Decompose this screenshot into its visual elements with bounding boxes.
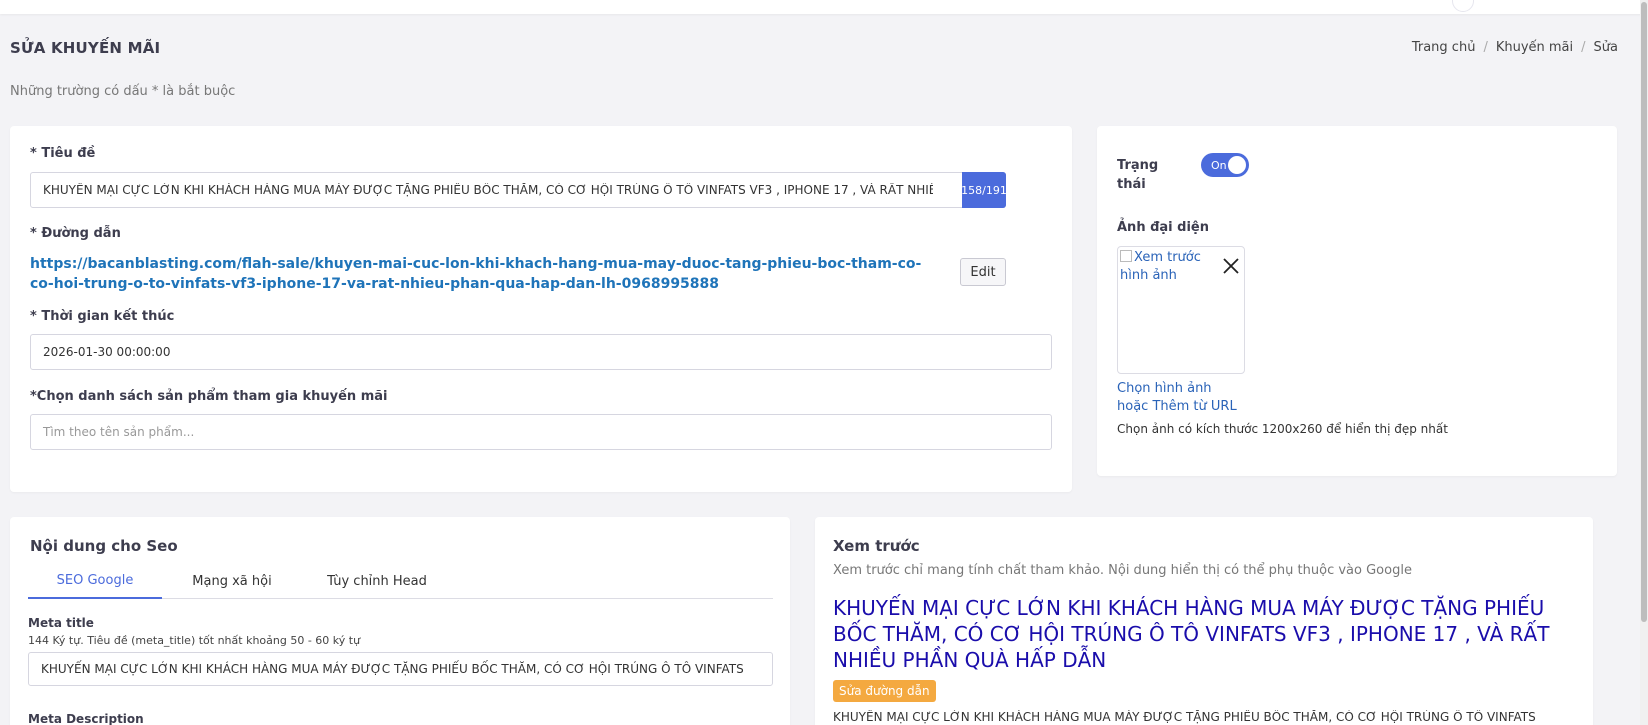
breadcrumb-separator: /: [1483, 40, 1488, 55]
scrollbar-thumb[interactable]: [1641, 2, 1647, 622]
tab-custom-head[interactable]: Tùy chỉnh Head: [302, 563, 452, 599]
or-text: hoặc: [1117, 399, 1149, 414]
preview-title: Xem trước: [833, 537, 920, 555]
broken-image-alt-text: Xem trước hình ảnh: [1120, 250, 1201, 283]
title-label: * Tiêu đề: [30, 146, 96, 161]
end-time-value: 2026-01-30 00:00:00: [43, 345, 171, 359]
preview-description: KHUYẾN MẠI CỰC LỚN KHI KHÁCH HÀNG MUA MÁ…: [833, 710, 1536, 724]
toggle-knob: [1228, 156, 1246, 174]
end-time-input[interactable]: 2026-01-30 00:00:00: [30, 334, 1052, 370]
seo-tabs: SEO Google Mạng xã hội Tùy chỉnh Head: [28, 563, 773, 599]
meta-title-note: 144 Ký tự. Tiêu đề (meta_title) tốt nhất…: [28, 634, 361, 647]
status-toggle[interactable]: On: [1201, 153, 1249, 177]
breadcrumb-home[interactable]: Trang chủ: [1412, 40, 1476, 55]
choose-image-link[interactable]: Chọn hình ảnh: [1117, 380, 1237, 398]
end-time-label: * Thời gian kết thúc: [30, 309, 175, 324]
seo-card: Nội dung cho Seo SEO Google Mạng xã hội …: [10, 517, 790, 725]
slug-link[interactable]: https://bacanblasting.com/flah-sale/khuy…: [30, 254, 940, 294]
title-input-value: KHUYẾN MẠI CỰC LỚN KHI KHÁCH HÀNG MUA MÁ…: [43, 183, 933, 197]
breadcrumb: Trang chủ / Khuyến mãi / Sửa: [1412, 40, 1618, 55]
toggle-on-label: On: [1211, 158, 1227, 172]
preview-card: Xem trước Xem trước chỉ mang tính chất t…: [815, 517, 1593, 725]
user-avatar[interactable]: [1452, 0, 1474, 12]
broken-image-icon: [1120, 250, 1132, 262]
status-label: Trạng thái: [1117, 158, 1159, 192]
preview-note: Xem trước chỉ mang tính chất tham khảo. …: [833, 563, 1412, 578]
broken-image-alt: Xem trước hình ảnh: [1120, 249, 1216, 285]
tab-social-network[interactable]: Mạng xã hội: [162, 563, 302, 599]
product-search-input[interactable]: Tìm theo tên sản phẩm...: [30, 414, 1052, 450]
page-scrollbar[interactable]: [1640, 0, 1648, 725]
breadcrumb-promotions[interactable]: Khuyến mãi: [1496, 40, 1573, 55]
add-from-url-link[interactable]: Thêm từ URL: [1152, 399, 1236, 414]
title-char-counter: 158/191: [961, 172, 1007, 208]
products-label: *Chọn danh sách sản phẩm tham gia khuyến…: [30, 389, 388, 404]
tab-seo-google[interactable]: SEO Google: [28, 563, 162, 599]
breadcrumb-separator: /: [1581, 40, 1586, 55]
seo-section-title: Nội dung cho Seo: [30, 537, 178, 555]
image-size-hint: Chọn ảnh có kích thước 1200x260 để hiển …: [1117, 422, 1448, 436]
breadcrumb-current: Sửa: [1593, 40, 1618, 55]
close-icon[interactable]: [1222, 257, 1240, 275]
meta-title-input[interactable]: KHUYẾN MẠI CỰC LỚN KHI KHÁCH HÀNG MUA MÁ…: [28, 652, 773, 686]
preview-headline: KHUYẾN MẠI CỰC LỚN KHI KHÁCH HÀNG MUA MÁ…: [833, 596, 1550, 672]
meta-title-label: Meta title: [28, 616, 94, 630]
page-title: SỬA KHUYẾN MÃI: [10, 39, 161, 57]
slug-line-2: co-hoi-trung-o-to-vinfats-vf3-iphone-17-…: [30, 276, 720, 292]
image-preview[interactable]: Xem trước hình ảnh: [1117, 246, 1245, 374]
product-search-placeholder: Tìm theo tên sản phẩm...: [43, 425, 195, 439]
slug-line-1: https://bacanblasting.com/flah-sale/khuy…: [30, 256, 922, 272]
promotion-form-card: * Tiêu đề KHUYẾN MẠI CỰC LỚN KHI KHÁCH H…: [10, 126, 1072, 492]
status-image-card: Trạng thái On Ảnh đại diện Xem trước hìn…: [1097, 126, 1617, 476]
edit-slug-badge[interactable]: Sửa đường dẫn: [833, 680, 936, 702]
slug-label: * Đường dẫn: [30, 226, 121, 241]
edit-slug-button[interactable]: Edit: [960, 258, 1006, 286]
avatar-image-label: Ảnh đại diện: [1117, 220, 1209, 235]
meta-description-label: Meta Description: [28, 712, 144, 725]
required-fields-note: Những trường có dấu * là bắt buộc: [10, 84, 236, 99]
title-input[interactable]: KHUYẾN MẠI CỰC LỚN KHI KHÁCH HÀNG MUA MÁ…: [30, 172, 1006, 208]
image-actions: Chọn hình ảnh hoặc Thêm từ URL: [1117, 380, 1237, 416]
top-navbar: [0, 0, 1648, 14]
meta-title-value: KHUYẾN MẠI CỰC LỚN KHI KHÁCH HÀNG MUA MÁ…: [41, 662, 744, 676]
